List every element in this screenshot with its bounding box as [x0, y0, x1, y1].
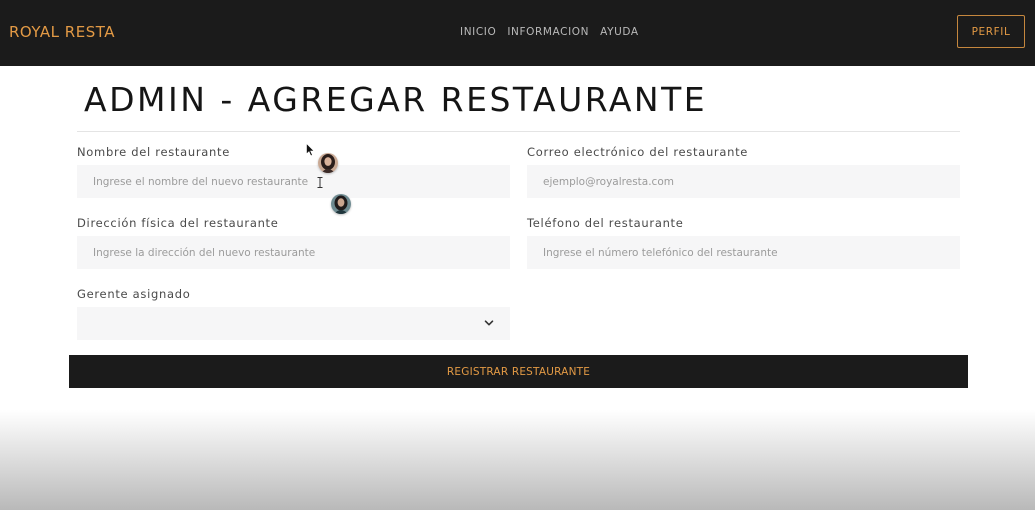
avatar-icon — [318, 153, 338, 173]
avatar-icon — [331, 194, 351, 214]
restaurant-name-label: Nombre del restaurante — [77, 145, 231, 159]
restaurant-address-input[interactable] — [77, 236, 510, 269]
text-cursor-icon — [317, 177, 323, 188]
manager-select[interactable] — [77, 307, 510, 340]
restaurant-phone-label: Teléfono del restaurante — [527, 216, 684, 230]
nav-link-inicio[interactable]: INICIO — [460, 26, 496, 38]
restaurant-email-label: Correo electrónico del restaurante — [527, 145, 749, 159]
collaborator-avatar — [318, 153, 338, 173]
chevron-down-icon — [484, 320, 494, 326]
manager-label: Gerente asignado — [77, 287, 191, 301]
collaborator-avatar — [331, 194, 351, 214]
top-navbar: ROYAL RESTA INICIO INFORMACION AYUDA PER… — [0, 0, 1035, 66]
profile-button[interactable]: PERFIL — [957, 15, 1025, 48]
restaurant-email-input[interactable] — [527, 165, 960, 198]
title-divider — [77, 131, 960, 132]
mouse-pointer-icon — [306, 143, 315, 157]
page-title: ADMIN - AGREGAR RESTAURANTE — [84, 80, 708, 119]
restaurant-name-input[interactable] — [77, 165, 510, 198]
nav-link-ayuda[interactable]: AYUDA — [600, 26, 639, 38]
brand-logo[interactable]: ROYAL RESTA — [9, 23, 115, 41]
restaurant-phone-input[interactable] — [527, 236, 960, 269]
restaurant-address-label: Dirección física del restaurante — [77, 216, 279, 230]
nav-links: INICIO INFORMACION AYUDA — [460, 26, 639, 38]
nav-link-informacion[interactable]: INFORMACION — [507, 26, 589, 38]
bottom-gradient — [0, 410, 1035, 510]
register-restaurant-button[interactable]: REGISTRAR RESTAURANTE — [69, 355, 968, 388]
